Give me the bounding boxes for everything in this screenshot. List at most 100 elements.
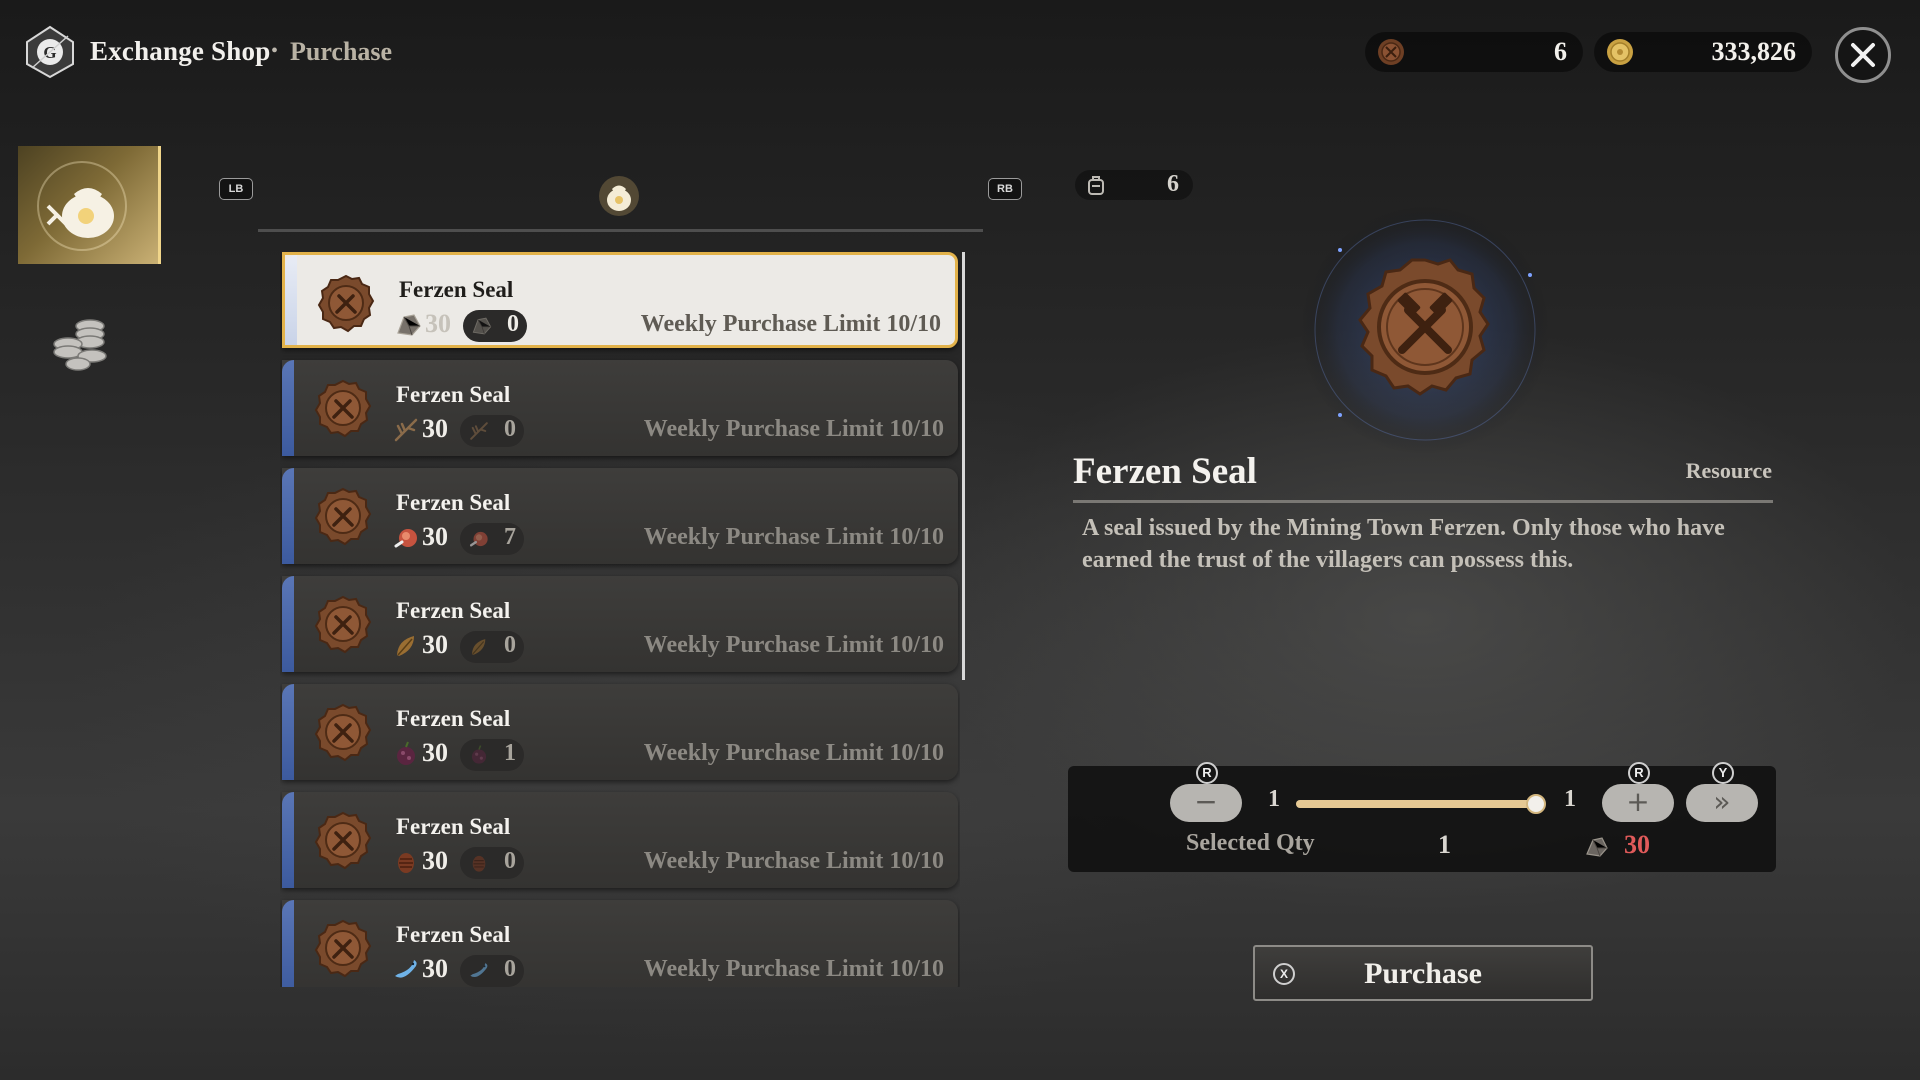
slider-fill — [1296, 800, 1536, 808]
category-coins-tab[interactable] — [50, 310, 116, 372]
owned-material-count: 0 — [504, 416, 516, 442]
increase-qty-button[interactable]: + — [1602, 784, 1674, 822]
item-name: Ferzen Seal — [396, 382, 511, 407]
berry-icon — [397, 741, 415, 765]
category-pouch-tab[interactable] — [18, 146, 161, 264]
ore-icon — [1586, 837, 1608, 857]
shop-item-row[interactable]: Ferzen Seal 30 0 Weekly Purchase Limit 10/1… — [282, 900, 958, 987]
close-button[interactable] — [1835, 27, 1891, 83]
page-subtitle: Purchase — [290, 37, 393, 66]
quantity-panel: − R 1 1 + R » Y Selected Qty 1 30 — [1068, 762, 1776, 872]
slider-max-value: 1 — [1564, 786, 1576, 812]
pinecone-icon — [398, 853, 414, 873]
right-stick-right-hint: R — [1628, 762, 1650, 784]
owned-material-count: 7 — [504, 524, 516, 550]
currency-seal: 6 — [1365, 32, 1583, 72]
prev-tab-button[interactable]: LB — [219, 178, 253, 200]
weekly-limit: Weekly Purchase Limit 10/10 — [640, 311, 941, 337]
owned-material-badge: 7 — [460, 523, 524, 555]
item-accent — [282, 360, 294, 456]
weekly-limit: Weekly Purchase Limit 10/10 — [643, 632, 944, 658]
shop-item-row[interactable]: Ferzen Seal 30 7 Weekly Purchase Limit 10/1… — [282, 468, 958, 564]
item-cost: 30 — [425, 309, 451, 338]
item-cost: 30 — [422, 846, 448, 875]
purchase-button[interactable]: X Purchase — [1253, 945, 1593, 1001]
ferzen-seal-icon — [314, 703, 372, 762]
owned-material-count: 0 — [504, 632, 516, 658]
item-accent — [282, 792, 294, 888]
ore-icon — [397, 314, 421, 336]
slider-min-value: 1 — [1268, 786, 1280, 812]
item-cost: 30 — [422, 738, 448, 767]
owned-material-count: 0 — [507, 311, 519, 337]
pinecone-icon — [472, 855, 486, 872]
owned-material-badge: 1 — [460, 739, 524, 771]
total-cost: 30 — [1624, 830, 1650, 859]
owned-material-badge: 0 — [460, 847, 524, 879]
owned-material-count: 1 — [504, 740, 516, 766]
title-separator: • — [271, 40, 279, 62]
meat-icon — [394, 529, 417, 548]
weekly-limit: Weekly Purchase Limit 10/10 — [643, 416, 944, 442]
owned-material-badge: 0 — [463, 310, 527, 342]
ferzen-seal-icon — [314, 595, 372, 654]
max-qty-button[interactable]: » — [1686, 784, 1758, 822]
weekly-limit: Weekly Purchase Limit 10/10 — [643, 956, 944, 982]
ore-icon — [472, 317, 492, 335]
owned-material-badge: 0 — [460, 631, 524, 663]
close-icon — [1851, 43, 1875, 67]
item-accent — [282, 468, 294, 564]
item-list[interactable]: Ferzen Seal 30 0 Weekly Purchase Limit 10/1… — [280, 252, 960, 987]
branch-icon — [394, 418, 418, 442]
gold-coin-icon — [1607, 39, 1633, 65]
pouch-icon[interactable] — [596, 172, 642, 218]
ferzen-seal-icon — [317, 274, 375, 333]
item-cost: 30 — [422, 630, 448, 659]
detail-divider — [1073, 500, 1773, 503]
item-cost: 30 — [422, 414, 448, 443]
held-count: 6 — [1167, 171, 1179, 197]
shop-item-row[interactable]: Ferzen Seal 30 0 Weekly Purchase Limit 10/1… — [282, 360, 958, 456]
quantity-slider[interactable] — [1296, 794, 1546, 814]
backpack-icon — [1088, 176, 1104, 195]
ferzen-seal-icon — [314, 811, 372, 870]
item-cost: 30 — [422, 522, 448, 551]
fish-icon — [395, 960, 417, 978]
branch-icon — [470, 422, 488, 440]
item-accent — [282, 900, 294, 987]
shop-item-row[interactable]: Ferzen Seal 30 0 Weekly Purchase Limit 10/1… — [282, 792, 958, 888]
slider-handle[interactable] — [1526, 794, 1546, 814]
owned-material-count: 0 — [504, 848, 516, 874]
item-name: Ferzen Seal — [396, 814, 511, 839]
detail-description: A seal issued by the Mining Town Ferzen.… — [1082, 515, 1725, 573]
weekly-limit: Weekly Purchase Limit 10/10 — [643, 740, 944, 766]
meat-icon — [469, 531, 488, 547]
shop-item-row[interactable]: Ferzen Seal 30 0 Weekly Purchase Limit 10/1… — [282, 252, 958, 348]
item-name: Ferzen Seal — [396, 598, 511, 623]
item-name: Ferzen Seal — [396, 922, 511, 947]
selected-qty-value: 1 — [1438, 830, 1451, 859]
detail-item-type: Resource — [1685, 458, 1772, 483]
berry-icon — [471, 745, 487, 764]
item-cost: 30 — [422, 954, 448, 983]
item-name: Ferzen Seal — [396, 706, 511, 731]
item-accent — [282, 576, 294, 672]
leaf-icon — [471, 639, 486, 655]
decrease-qty-button[interactable]: − — [1170, 784, 1242, 822]
shop-item-row[interactable]: Ferzen Seal 30 0 Weekly Purchase Limit 10/1… — [282, 576, 958, 672]
item-name: Ferzen Seal — [396, 490, 511, 515]
currency-gold: 333,826 — [1594, 32, 1812, 72]
owned-material-count: 0 — [504, 956, 516, 982]
pouch-category-icon — [37, 161, 127, 251]
detail-item-name: Ferzen Seal — [1073, 451, 1257, 492]
item-name: Ferzen Seal — [399, 277, 514, 302]
owned-material-badge: 0 — [460, 955, 524, 987]
next-tab-button[interactable]: RB — [988, 178, 1022, 200]
leaf-icon — [397, 636, 414, 656]
ferzen-seal-icon — [314, 379, 372, 438]
list-scrollbar[interactable] — [962, 252, 965, 680]
selected-qty-label: Selected Qty — [1186, 830, 1315, 856]
shop-item-row[interactable]: Ferzen Seal 30 1 Weekly Purchase Limit 10/1… — [282, 684, 958, 780]
fish-icon — [470, 963, 488, 977]
tab-divider — [258, 229, 983, 232]
